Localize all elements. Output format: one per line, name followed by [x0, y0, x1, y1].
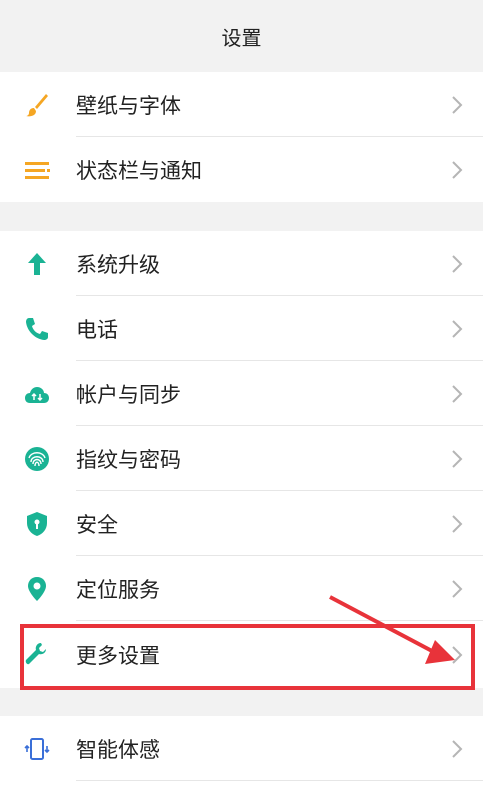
chevron-right-icon [452, 95, 463, 114]
divider [76, 780, 483, 781]
wrench-icon [22, 640, 52, 670]
chevron-right-icon [452, 645, 463, 664]
settings-item-statusbar-notify[interactable]: 状态栏与通知 [0, 137, 483, 202]
chevron-right-icon [452, 160, 463, 179]
paintbrush-icon [22, 90, 52, 120]
settings-item-label: 安全 [76, 512, 118, 537]
shield-icon [22, 509, 52, 539]
chevron-right-icon [452, 254, 463, 273]
settings-item-label: 电话 [76, 317, 118, 342]
settings-item-security[interactable]: 安全 [0, 491, 483, 556]
settings-item-more-settings[interactable]: 更多设置 [0, 622, 483, 687]
page-title: 设置 [221, 25, 262, 50]
cloud-sync-icon [22, 379, 52, 409]
chevron-right-icon [452, 319, 463, 338]
divider [76, 620, 483, 621]
settings-item-phone[interactable]: 电话 [0, 296, 483, 361]
settings-item-smart-motion[interactable]: 智能体感 [0, 716, 483, 781]
arrow-up-icon [22, 249, 52, 279]
chevron-right-icon [452, 579, 463, 598]
phone-motion-icon [22, 734, 52, 764]
location-pin-icon [22, 574, 52, 604]
fingerprint-icon [22, 444, 52, 474]
settings-item-label: 智能体感 [76, 737, 160, 762]
settings-item-label: 更多设置 [76, 643, 160, 668]
list-lines-icon [22, 155, 52, 185]
settings-item-fingerprint-password[interactable]: 指纹与密码 [0, 426, 483, 491]
settings-item-account-sync[interactable]: 帐户与同步 [0, 361, 483, 426]
top-bar: 设置 [0, 0, 483, 73]
section-gap [0, 202, 483, 231]
settings-item-label: 帐户与同步 [76, 382, 181, 407]
settings-item-label: 定位服务 [76, 577, 160, 602]
settings-item-system-update[interactable]: 系统升级 [0, 231, 483, 296]
settings-item-label: 壁纸与字体 [76, 93, 181, 118]
chevron-right-icon [452, 739, 463, 758]
settings-item-label: 系统升级 [76, 252, 160, 277]
settings-item-label: 状态栏与通知 [76, 158, 202, 183]
chevron-right-icon [452, 514, 463, 533]
chevron-right-icon [452, 384, 463, 403]
phone-icon [22, 314, 52, 344]
settings-item-location[interactable]: 定位服务 [0, 556, 483, 621]
settings-item-wallpaper-font[interactable]: 壁纸与字体 [0, 72, 483, 137]
section-gap [0, 688, 483, 716]
settings-item-label: 指纹与密码 [76, 447, 181, 472]
chevron-right-icon [452, 449, 463, 468]
